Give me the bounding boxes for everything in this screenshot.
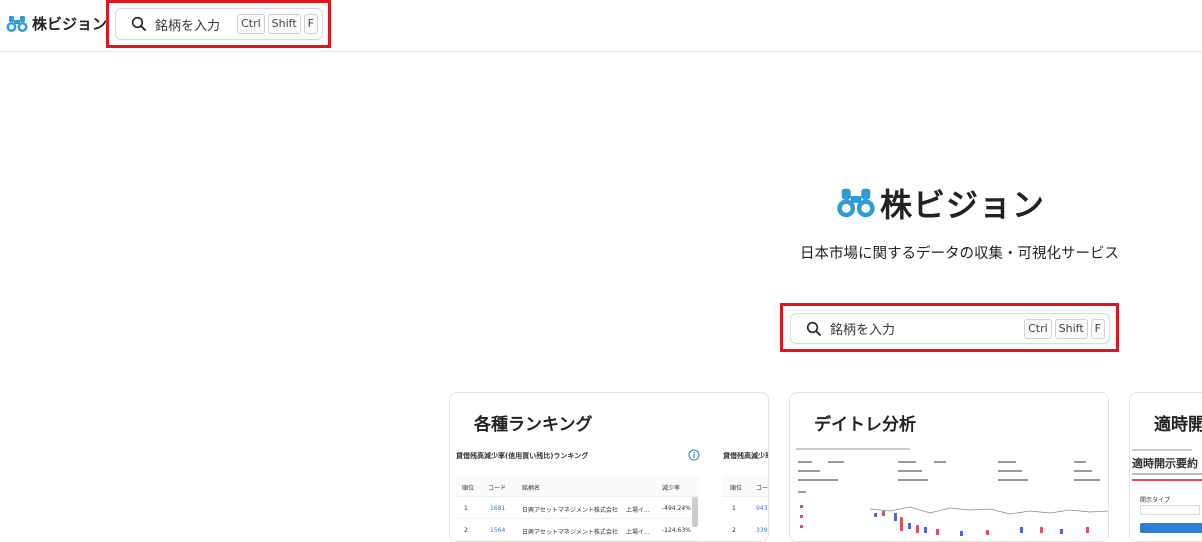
row-rank-2: 1	[732, 505, 736, 512]
row-market: 上場イ...	[626, 507, 650, 514]
card-title: デイトレ分析	[814, 415, 916, 435]
kbd-shift: Shift	[1054, 318, 1088, 339]
kbd-f: F	[303, 14, 318, 34]
row-code[interactable]: 1564	[490, 527, 505, 534]
row-name: 日興アセットマネジメント株式会社	[522, 507, 618, 514]
row-code-2[interactable]: 3399	[756, 527, 768, 534]
scrollbar[interactable]	[692, 497, 698, 527]
hero-logo: 株ビジョン	[836, 180, 1045, 226]
top-search-input[interactable]: 銘柄を入力 Ctrl Shift F	[115, 8, 323, 40]
search-icon	[806, 321, 821, 336]
table-row[interactable]: 2 1564 日興アセットマネジメント株式会社 上場イ... -124.63%	[456, 519, 700, 541]
search-icon	[131, 16, 146, 31]
card-title: 適時開	[1154, 415, 1202, 435]
info-icon	[688, 449, 700, 461]
col-rank: 順位	[462, 485, 475, 492]
card-daytrade[interactable]: デイトレ分析	[789, 392, 1109, 542]
disclosure-type-select[interactable]	[1140, 505, 1200, 515]
row-rank: 2	[464, 527, 468, 534]
candlestick-chart-thumbnail	[796, 448, 1108, 536]
card-disclosure[interactable]: 適時開 適時開示要約 開示タイプ	[1129, 392, 1202, 542]
search-button[interactable]	[1140, 523, 1202, 533]
app-name: 株ビジョン	[32, 15, 108, 33]
col-code-2: コード	[756, 485, 769, 492]
row-rate: -494.24%	[662, 505, 691, 512]
row-rank-2: 2	[732, 527, 736, 534]
table-header: 順位 コード 銘柄名 減少率	[456, 475, 700, 497]
kbd-f: F	[1090, 318, 1105, 339]
binoculars-icon	[6, 15, 28, 32]
binoculars-icon	[837, 188, 875, 218]
kbd-ctrl: Ctrl	[1024, 318, 1052, 339]
col-name: 銘柄名	[522, 485, 541, 492]
daytrade-thumbnail	[790, 447, 1108, 541]
logo[interactable]: 株ビジョン	[6, 13, 107, 34]
search-placeholder: 銘柄を入力	[155, 18, 221, 34]
row-code[interactable]: 1681	[490, 505, 505, 512]
thumb-title-2: 貸借残高減少率	[723, 452, 769, 460]
tagline: 日本市場に関するデータの収集・可視化サービス	[800, 246, 1119, 262]
row-code-2[interactable]: 9432	[756, 505, 768, 512]
main-search-input[interactable]: 銘柄を入力 Ctrl Shift F	[790, 313, 1110, 344]
col-rate: 減少率	[662, 485, 681, 492]
thumb-title: 適時開示要約	[1132, 457, 1198, 470]
kbd-ctrl: Ctrl	[237, 14, 265, 34]
row-rank: 1	[464, 505, 468, 512]
disclosure-thumbnail: 適時開示要約 開示タイプ	[1130, 447, 1202, 541]
card-title: 各種ランキング	[474, 415, 593, 435]
card-rankings[interactable]: 各種ランキング 貸借残高減少率(信用買い残比)ランキング 順位 コード 銘柄名 …	[449, 392, 769, 542]
col-rank-2: 順位	[730, 485, 743, 492]
hero-app-name: 株ビジョン	[880, 186, 1046, 224]
disclosure-type-label: 開示タイプ	[1140, 497, 1171, 504]
row-rate: -124.63%	[662, 527, 691, 534]
rankings-thumbnail: 貸借残高減少率(信用買い残比)ランキング 順位 コード 銘柄名 減少率 1 16…	[450, 447, 768, 541]
table-row[interactable]: 1 1681 日興アセットマネジメント株式会社 上場イ... -494.24%	[456, 497, 700, 519]
row-market: 上場イ...	[626, 529, 650, 536]
thumb-title: 貸借残高減少率(信用買い残比)ランキング	[456, 452, 589, 460]
col-code: コード	[488, 485, 507, 492]
row-name: 日興アセットマネジメント株式会社	[522, 529, 618, 536]
search-placeholder: 銘柄を入力	[830, 323, 896, 338]
kbd-shift: Shift	[267, 14, 301, 34]
